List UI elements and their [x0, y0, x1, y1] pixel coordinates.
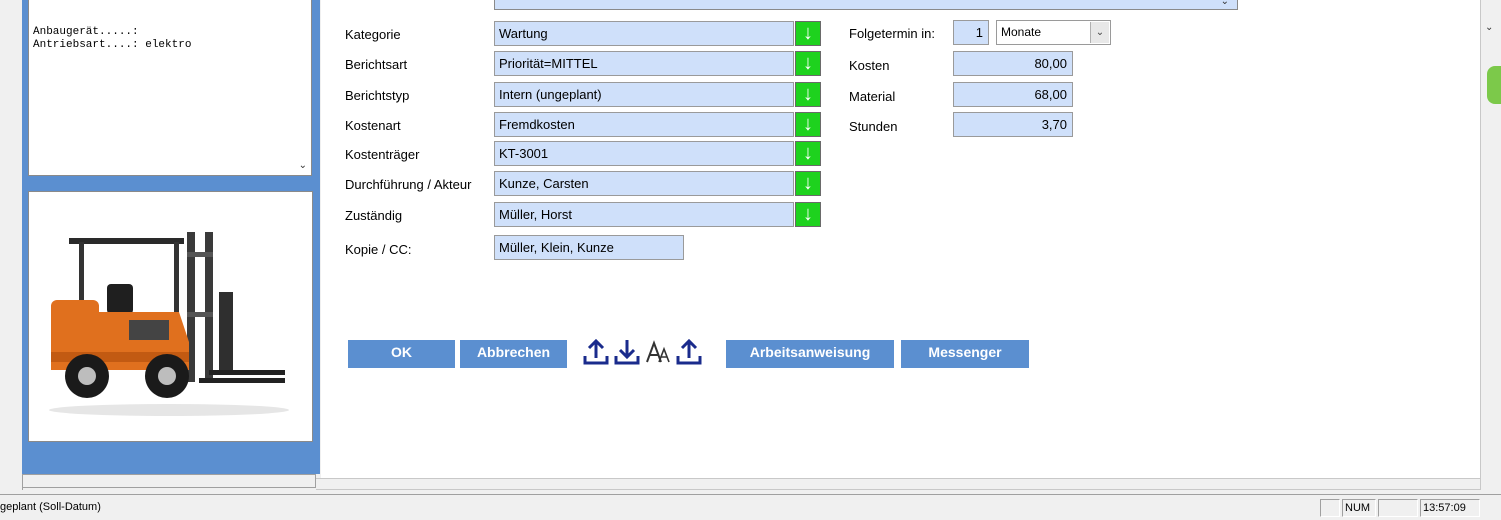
arrow-down-icon: ↓ [803, 22, 813, 44]
arrow-down-icon: ↓ [803, 113, 813, 135]
berichtsart-field[interactable]: Priorität=MITTEL [494, 51, 794, 76]
top-dropdown-field[interactable]: ⌄ [494, 0, 1238, 10]
horizontal-scrollbar[interactable] [316, 478, 1480, 490]
status-cell-empty [1320, 499, 1340, 517]
chevron-down-icon[interactable]: ⌄ [1221, 0, 1229, 7]
kostentraeger-label: Kostenträger [345, 147, 420, 162]
chevron-down-icon[interactable]: ⌄ [1090, 22, 1109, 43]
folgetermin-label: Folgetermin in: [849, 26, 935, 41]
berichtsart-label: Berichtsart [345, 57, 408, 72]
equipment-photo [28, 191, 313, 442]
equipment-info-box[interactable]: Anbaugerät.....: Antriebsart....: elektr… [28, 0, 312, 176]
arrow-down-icon: ↓ [803, 83, 813, 105]
stunden-field[interactable]: 3,70 [953, 112, 1073, 137]
left-window-edge [0, 0, 23, 490]
kategorie-field[interactable]: Wartung [494, 21, 794, 46]
material-field[interactable]: 68,00 [953, 82, 1073, 107]
arbeitsanweisung-button[interactable]: Arbeitsanweisung [726, 340, 894, 368]
status-indicator-icon[interactable] [1487, 66, 1501, 104]
num-lock-indicator: NUM [1342, 499, 1376, 517]
main-form-area: ⌄ Kategorie Wartung ↓ Berichtsart Priori… [321, 0, 1480, 478]
ok-button[interactable]: OK [348, 340, 455, 368]
arrow-down-icon: ↓ [803, 142, 813, 164]
left-panel-scrollbar[interactable] [22, 474, 316, 488]
upload-icon[interactable] [583, 338, 609, 366]
forklift-image [29, 192, 312, 441]
berichtstyp-label: Berichtstyp [345, 88, 410, 103]
stunden-label: Stunden [849, 119, 898, 134]
clock-display: 13:57:09 [1420, 499, 1480, 517]
kategorie-label: Kategorie [345, 27, 401, 42]
equipment-info-text: Anbaugerät.....: Antriebsart....: elektr… [33, 26, 192, 51]
folgetermin-unit-select[interactable]: Monate ⌄ [996, 20, 1111, 45]
chevron-down-icon[interactable]: ⌄ [299, 160, 307, 173]
arrow-down-icon: ↓ [803, 203, 813, 225]
zustaendig-picker-button[interactable]: ↓ [795, 202, 821, 227]
kostentraeger-picker-button[interactable]: ↓ [795, 141, 821, 166]
folgetermin-unit-value: Monate [1001, 25, 1042, 39]
kategorie-picker-button[interactable]: ↓ [795, 21, 821, 46]
durchfuehrung-picker-button[interactable]: ↓ [795, 171, 821, 196]
messenger-button[interactable]: Messenger [901, 340, 1029, 368]
abbrechen-button[interactable]: Abbrechen [460, 340, 567, 368]
status-bar: geplant (Soll-Datum) NUM 13:57:09 [0, 494, 1501, 520]
font-size-icon[interactable] [645, 338, 671, 366]
kostenart-picker-button[interactable]: ↓ [795, 112, 821, 137]
berichtstyp-picker-button[interactable]: ↓ [795, 82, 821, 107]
zustaendig-field[interactable]: Müller, Horst [494, 202, 794, 227]
arrow-down-icon: ↓ [803, 172, 813, 194]
kostentraeger-field[interactable]: KT-3001 [494, 141, 794, 166]
kosten-label: Kosten [849, 58, 890, 73]
durchfuehrung-label: Durchführung / Akteur [345, 177, 472, 192]
upload-icon[interactable] [676, 338, 702, 366]
download-icon[interactable] [614, 338, 640, 366]
kostenart-field[interactable]: Fremdkosten [494, 112, 794, 137]
arrow-down-icon: ↓ [803, 52, 813, 74]
kosten-field[interactable]: 80,00 [953, 51, 1073, 76]
chevron-down-icon[interactable]: ⌄ [1485, 22, 1493, 33]
file-toolbar [583, 338, 703, 368]
status-message: geplant (Soll-Datum) [0, 501, 101, 513]
folgetermin-value-field[interactable]: 1 [953, 20, 989, 45]
zustaendig-label: Zuständig [345, 208, 403, 223]
durchfuehrung-field[interactable]: Kunze, Carsten [494, 171, 794, 196]
kopie-cc-field[interactable]: Müller, Klein, Kunze [494, 235, 684, 260]
kostenart-label: Kostenart [345, 118, 401, 133]
berichtsart-picker-button[interactable]: ↓ [795, 51, 821, 76]
berichtstyp-field[interactable]: Intern (ungeplant) [494, 82, 794, 107]
material-label: Material [849, 89, 896, 104]
kopie-cc-label: Kopie / CC: [345, 242, 412, 257]
status-cell-empty [1378, 499, 1418, 517]
